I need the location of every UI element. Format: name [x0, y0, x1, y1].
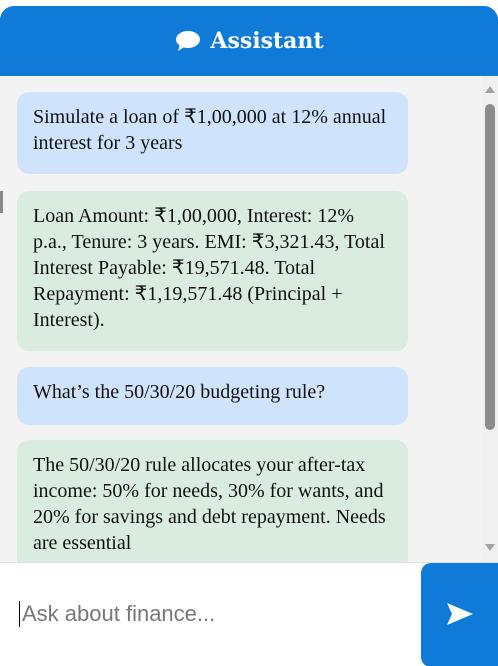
user-message: What’s the 50/30/20 budgeting rule?: [17, 367, 408, 425]
message-scrollbar[interactable]: [482, 76, 498, 562]
chat-title: Assistant: [210, 28, 324, 54]
chat-bubble-icon: [174, 29, 202, 53]
send-arrow-icon: [446, 602, 474, 629]
send-button[interactable]: [421, 563, 498, 666]
assistant-message: The 50/30/20 rule allocates your after-t…: [17, 440, 408, 562]
user-message: Simulate a loan of ₹1,00,000 at 12% annu…: [17, 92, 408, 174]
assistant-message: Loan Amount: ₹1,00,000, Interest: 12% p.…: [17, 191, 408, 351]
message-text: What’s the 50/30/20 budgeting rule?: [33, 381, 326, 403]
scroll-up-arrow-icon[interactable]: [485, 86, 495, 93]
input-bar: [0, 562, 498, 666]
message-text: The 50/30/20 rule allocates your after-t…: [33, 454, 386, 554]
scroll-down-arrow-icon[interactable]: [485, 544, 495, 551]
text-caret: [19, 601, 20, 627]
message-text: Loan Amount: ₹1,00,000, Interest: 12% p.…: [33, 205, 385, 331]
chat-header: Assistant: [0, 6, 498, 76]
scroll-thumb[interactable]: [485, 104, 495, 430]
message-text: Simulate a loan of ₹1,00,000 at 12% annu…: [33, 106, 387, 154]
message-list: Simulate a loan of ₹1,00,000 at 12% annu…: [0, 76, 482, 562]
finance-question-input[interactable]: [18, 589, 408, 639]
left-edge-marker: [0, 191, 3, 213]
chat-widget: Assistant Simulate a loan of ₹1,00,000 a…: [0, 6, 498, 666]
